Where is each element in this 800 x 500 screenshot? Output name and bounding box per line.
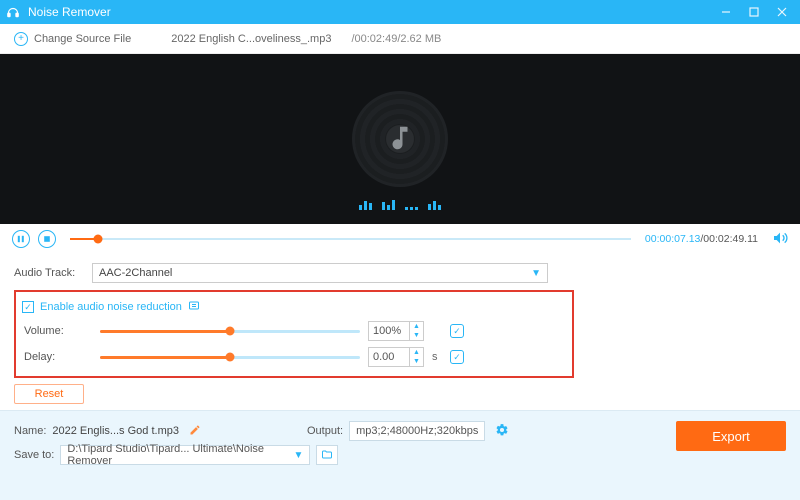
time-display: 00:00:07.13/00:02:49.11 bbox=[645, 233, 758, 245]
delay-value: 0.00 bbox=[369, 351, 409, 363]
save-label: Save to: bbox=[14, 449, 54, 461]
reset-row: Reset bbox=[14, 378, 786, 408]
volume-value: 100% bbox=[369, 325, 409, 337]
delay-slider[interactable] bbox=[100, 350, 360, 364]
audio-track-label: Audio Track: bbox=[14, 267, 92, 279]
current-time: 00:00:07.13 bbox=[645, 233, 700, 245]
delay-value-box[interactable]: 0.00 ▲▼ bbox=[368, 347, 424, 367]
enable-noise-label: Enable audio noise reduction bbox=[40, 301, 182, 313]
audio-disc-icon bbox=[352, 91, 448, 187]
audio-track-select[interactable]: AAC-2Channel ▼ bbox=[92, 263, 548, 283]
export-button[interactable]: Export bbox=[676, 421, 786, 451]
delay-row: Delay: 0.00 ▲▼ s ✓ bbox=[22, 344, 566, 370]
noise-settings-icon[interactable] bbox=[188, 300, 200, 315]
source-info: /00:02:49/2.62 MB bbox=[351, 33, 441, 45]
volume-value-box[interactable]: 100% ▲▼ bbox=[368, 321, 424, 341]
maximize-button[interactable] bbox=[740, 0, 768, 24]
source-filename: 2022 English C...oveliness_.mp3 bbox=[171, 33, 331, 45]
total-time: /00:02:49.11 bbox=[700, 233, 758, 245]
source-bar: + Change Source File 2022 English C...ov… bbox=[0, 24, 800, 54]
app-window: Noise Remover + Change Source File 2022 … bbox=[0, 0, 800, 500]
output-format-box[interactable]: mp3;2;48000Hz;320kbps bbox=[349, 421, 485, 441]
transport-bar: 00:00:07.13/00:02:49.11 bbox=[0, 224, 800, 254]
app-title: Noise Remover bbox=[28, 5, 712, 19]
seek-slider[interactable] bbox=[70, 232, 631, 246]
enable-noise-checkbox[interactable]: ✓ bbox=[22, 301, 34, 313]
volume-icon[interactable] bbox=[772, 230, 788, 249]
delay-label: Delay: bbox=[22, 351, 92, 363]
delay-spin-up[interactable]: ▲ bbox=[410, 348, 423, 357]
browse-folder-button[interactable] bbox=[316, 445, 338, 465]
volume-spin-up[interactable]: ▲ bbox=[410, 322, 423, 331]
save-path-box[interactable]: D:\Tipard Studio\Tipard... Ultimate\Nois… bbox=[60, 445, 310, 465]
app-icon bbox=[4, 3, 22, 21]
volume-row: Volume: 100% ▲▼ ✓ bbox=[22, 318, 566, 344]
delay-apply-icon[interactable]: ✓ bbox=[450, 350, 464, 364]
save-row: Save to: D:\Tipard Studio\Tipard... Ulti… bbox=[14, 443, 786, 467]
preview-area bbox=[0, 54, 800, 224]
output-name: 2022 Englis...s God t.mp3 bbox=[52, 425, 179, 437]
chevron-down-icon: ▼ bbox=[531, 268, 541, 279]
minimize-button[interactable] bbox=[712, 0, 740, 24]
equalizer-icon bbox=[359, 198, 441, 210]
volume-slider[interactable] bbox=[100, 324, 360, 338]
settings-form: Audio Track: AAC-2Channel ▼ ✓ Enable aud… bbox=[0, 254, 800, 410]
name-label: Name: bbox=[14, 425, 46, 437]
chevron-down-icon: ▼ bbox=[293, 450, 303, 461]
save-path-value: D:\Tipard Studio\Tipard... Ultimate\Nois… bbox=[67, 443, 293, 467]
change-source-button[interactable]: Change Source File bbox=[34, 33, 131, 45]
name-output-row: Name: 2022 Englis...s God t.mp3 Output: … bbox=[14, 419, 786, 443]
add-source-icon[interactable]: + bbox=[14, 32, 28, 46]
volume-apply-icon[interactable]: ✓ bbox=[450, 324, 464, 338]
volume-spin-down[interactable]: ▼ bbox=[410, 331, 423, 340]
delay-spin-down[interactable]: ▼ bbox=[410, 357, 423, 366]
audio-track-row: Audio Track: AAC-2Channel ▼ bbox=[14, 260, 786, 286]
stop-button[interactable] bbox=[38, 230, 56, 248]
edit-name-icon[interactable] bbox=[189, 424, 201, 439]
output-settings-icon[interactable] bbox=[495, 423, 509, 440]
audio-track-value: AAC-2Channel bbox=[99, 267, 172, 279]
enable-noise-row: ✓ Enable audio noise reduction bbox=[22, 296, 566, 318]
output-label: Output: bbox=[307, 425, 343, 437]
noise-reduction-panel: ✓ Enable audio noise reduction Volume: 1… bbox=[14, 290, 574, 378]
footer-panel: Name: 2022 Englis...s God t.mp3 Output: … bbox=[0, 410, 800, 500]
close-button[interactable] bbox=[768, 0, 796, 24]
pause-button[interactable] bbox=[12, 230, 30, 248]
volume-label: Volume: bbox=[22, 325, 92, 337]
title-bar: Noise Remover bbox=[0, 0, 800, 24]
reset-button[interactable]: Reset bbox=[14, 384, 84, 404]
delay-unit: s bbox=[432, 351, 442, 363]
music-note-icon bbox=[385, 123, 415, 156]
